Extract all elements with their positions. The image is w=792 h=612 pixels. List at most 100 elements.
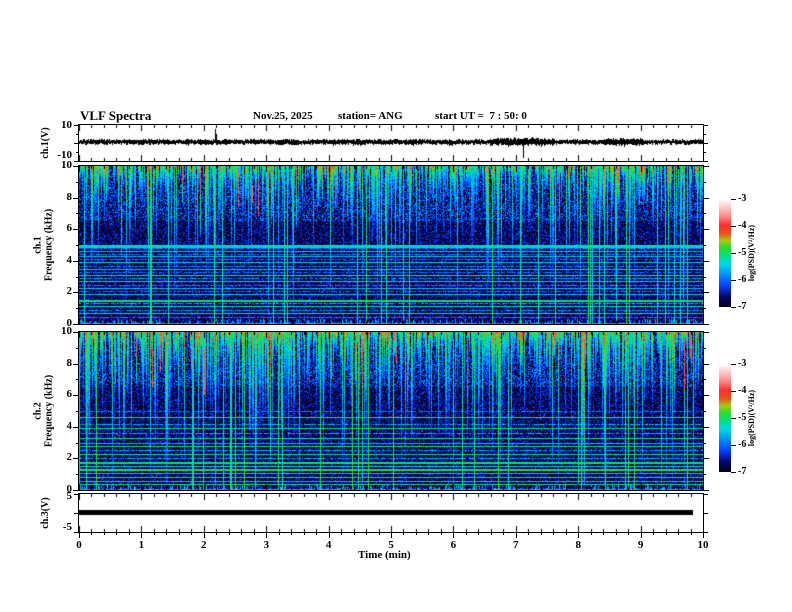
ch1-waveform-canvas — [79, 125, 703, 161]
tick-mark — [703, 443, 706, 444]
tick-mark — [73, 332, 79, 333]
time-axis-tick-label: 6 — [450, 539, 457, 551]
tick-mark — [478, 532, 479, 535]
tick-mark — [379, 532, 380, 535]
colorbar-tick-label: -4 — [738, 220, 747, 231]
tick-mark — [703, 364, 709, 365]
header-title: VLF Spectra — [80, 108, 152, 123]
freq-tick-label: 2 — [66, 285, 73, 297]
tick-mark — [266, 532, 267, 538]
tick-mark — [74, 513, 79, 514]
tick-mark — [73, 229, 79, 230]
tick-mark — [731, 391, 736, 392]
tick-mark — [703, 245, 706, 246]
freq-tick-label: 0 — [66, 483, 73, 495]
tick-mark — [76, 182, 79, 183]
tick-mark — [453, 532, 454, 538]
tick-mark — [541, 532, 542, 535]
tick-mark — [731, 472, 736, 473]
tick-mark — [578, 532, 579, 538]
tick-mark — [76, 379, 79, 380]
freq-tick-label: 4 — [66, 254, 73, 266]
tick-mark — [703, 213, 706, 214]
header-station: station= ANG — [338, 110, 403, 122]
ch3-wave-panel — [78, 493, 704, 533]
tick-mark — [73, 458, 79, 459]
time-axis-tick-label: 3 — [263, 539, 269, 551]
tick-mark — [703, 308, 706, 309]
tick-mark — [76, 443, 79, 444]
tick-mark — [291, 532, 292, 535]
tick-mark — [528, 532, 529, 535]
tick-mark — [653, 532, 654, 535]
tick-mark — [566, 532, 567, 535]
tick-mark — [731, 307, 736, 308]
time-axis-tick-label: 2 — [201, 539, 207, 551]
tick-mark — [553, 532, 554, 535]
ch1-spec-axis-label: ch.1 Frequency (kHz) — [32, 208, 55, 282]
tick-mark — [703, 277, 706, 278]
tick-mark — [703, 198, 709, 199]
tick-mark — [703, 324, 709, 325]
tick-mark — [703, 395, 709, 396]
tick-mark — [703, 161, 708, 162]
tick-mark — [76, 411, 79, 412]
colorbar-tick-label: -5 — [738, 247, 747, 258]
tick-mark — [703, 182, 706, 183]
tick-mark — [129, 532, 130, 535]
vlf-spectra-figure: VLF Spectra Nov.25, 2025 station= ANG st… — [0, 0, 792, 612]
tick-mark — [366, 532, 367, 535]
tick-mark — [279, 532, 280, 535]
ch1-wave-panel — [78, 124, 704, 162]
colorbar1-canvas — [719, 199, 731, 307]
tick-mark — [116, 532, 117, 535]
tick-mark — [703, 261, 709, 262]
tick-mark — [76, 152, 79, 153]
header-date: Nov.25, 2025 — [253, 110, 313, 122]
tick-mark — [73, 198, 79, 199]
tick-mark — [76, 277, 79, 278]
time-axis-tick-label: 9 — [637, 539, 644, 551]
time-axis-tick-label: 1 — [138, 539, 145, 551]
tick-mark — [73, 364, 79, 365]
tick-mark — [703, 458, 709, 459]
tick-mark — [731, 364, 736, 365]
tick-mark — [329, 532, 330, 538]
tick-mark — [104, 532, 105, 535]
tick-mark — [703, 143, 708, 144]
tick-mark — [703, 229, 709, 230]
tick-mark — [491, 532, 492, 535]
tick-mark — [703, 513, 708, 514]
freq-tick-label: 6 — [66, 388, 73, 400]
time-axis-tick-label: 0 — [76, 539, 82, 551]
tick-mark — [628, 532, 629, 535]
tick-mark — [73, 427, 79, 428]
ch1-spectrogram-canvas — [79, 166, 703, 324]
tick-mark — [703, 125, 708, 126]
tick-mark — [154, 532, 155, 535]
tick-mark — [703, 134, 706, 135]
tick-mark — [703, 427, 709, 428]
tick-mark — [503, 532, 504, 535]
time-axis-tick-label: 5 — [388, 539, 394, 551]
tick-mark — [441, 532, 442, 535]
colorbar-tick-label: -6 — [738, 439, 747, 450]
tick-mark — [641, 532, 642, 538]
tick-mark — [141, 532, 142, 538]
tick-mark — [73, 490, 79, 491]
colorbar-tick-label: -3 — [738, 358, 747, 369]
tick-mark — [216, 532, 217, 535]
tick-mark — [76, 474, 79, 475]
tick-mark — [703, 379, 706, 380]
tick-mark — [603, 532, 604, 535]
ch3-wave-ymin-label: -5 — [62, 521, 72, 533]
tick-mark — [191, 532, 192, 535]
freq-tick-label: 8 — [66, 191, 73, 203]
tick-mark — [666, 532, 667, 535]
tick-mark — [73, 292, 79, 293]
tick-mark — [731, 418, 736, 419]
tick-mark — [703, 532, 704, 538]
freq-tick-label: 10 — [61, 159, 72, 171]
tick-mark — [73, 395, 79, 396]
tick-mark — [731, 199, 736, 200]
